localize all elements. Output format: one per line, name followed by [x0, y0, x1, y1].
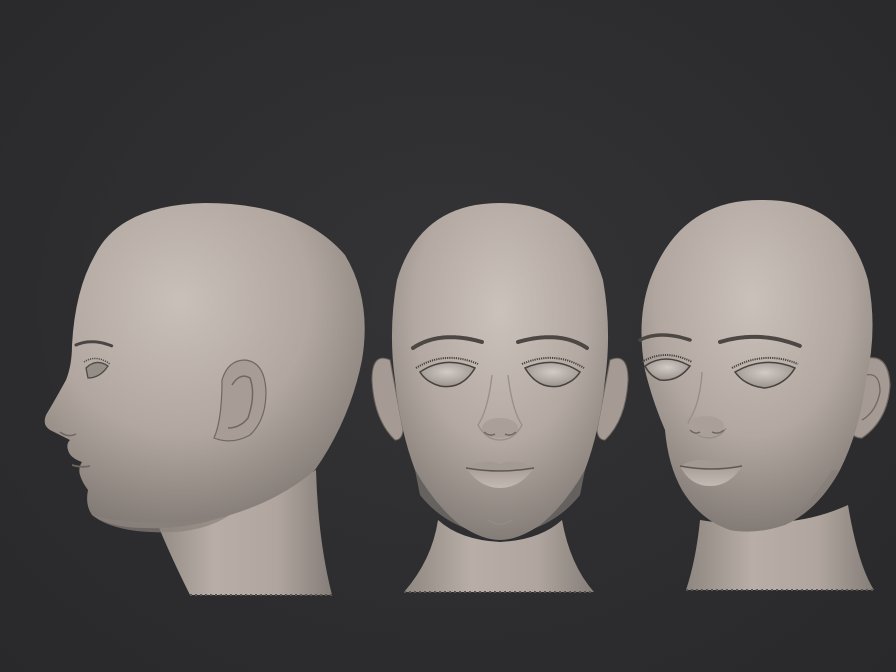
- head-side-view: [44, 203, 365, 596]
- head-front-view: [371, 203, 629, 593]
- head-render: [44, 199, 891, 596]
- sculpt-viewport[interactable]: [0, 0, 896, 672]
- head-three-quarter-view: [638, 199, 891, 591]
